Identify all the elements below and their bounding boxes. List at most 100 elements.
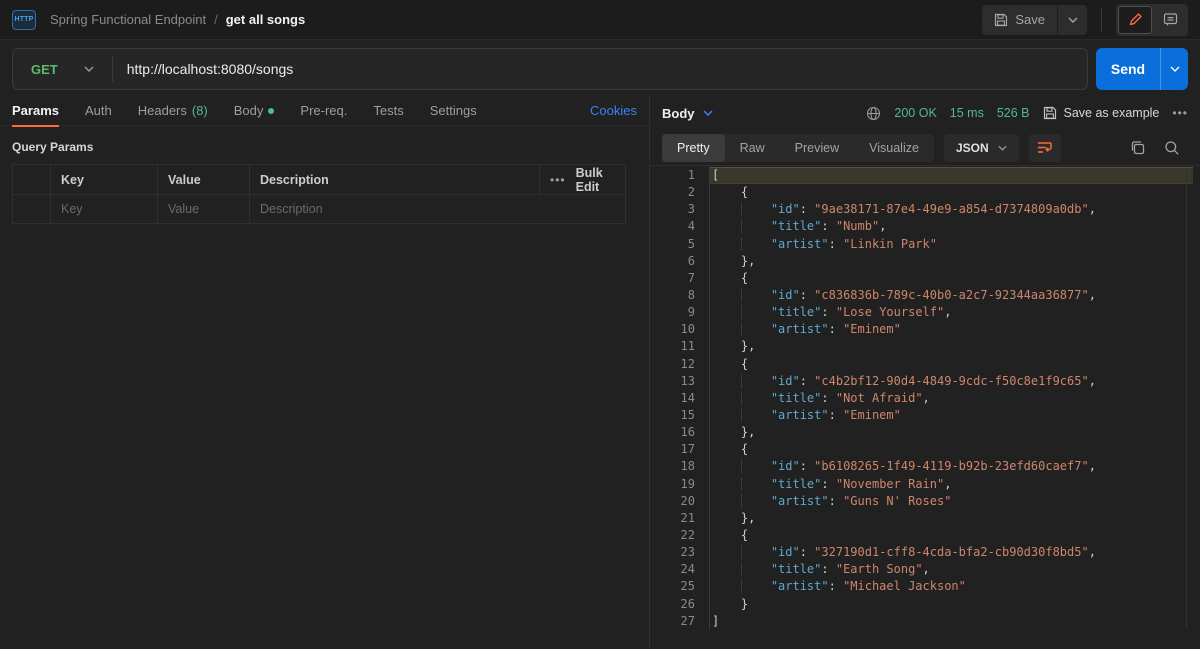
method-selector[interactable]: GET: [13, 62, 112, 77]
code-line[interactable]: 2 {: [650, 184, 1200, 201]
gutter: [695, 184, 710, 201]
http-request-icon: HTTP: [12, 10, 36, 30]
send-options-button[interactable]: [1160, 48, 1188, 90]
code-line[interactable]: 22 {: [650, 527, 1200, 544]
code-line[interactable]: 19 "title": "November Rain",: [650, 476, 1200, 493]
comments-button[interactable]: [1154, 6, 1186, 34]
gutter: [695, 253, 710, 270]
view-tab-pretty[interactable]: Pretty: [662, 134, 725, 162]
code-line[interactable]: 17 {: [650, 441, 1200, 458]
line-number: 5: [650, 236, 695, 253]
response-more-options-button[interactable]: •••: [1172, 106, 1188, 120]
breadcrumb-collection[interactable]: Spring Functional Endpoint: [50, 12, 206, 27]
tab-label: Headers: [138, 103, 187, 118]
save-as-example-button[interactable]: Save as example: [1043, 106, 1160, 120]
code-line[interactable]: 23 "id": "327190d1-cff8-4cda-bfa2-cb90d3…: [650, 544, 1200, 561]
code-line[interactable]: 14 "title": "Not Afraid",: [650, 390, 1200, 407]
response-time[interactable]: 15 ms: [950, 106, 984, 120]
scrollbar[interactable]: [1186, 168, 1187, 628]
code-line[interactable]: 21 },: [650, 510, 1200, 527]
response-meta-stats: 200 OK 15 ms 526 B Save as example •••: [866, 106, 1188, 121]
tab-label: Settings: [430, 103, 477, 118]
params-more-options-button[interactable]: •••: [550, 173, 566, 187]
top-bar-divider: [1101, 9, 1102, 31]
tab-auth[interactable]: Auth: [85, 96, 112, 126]
description-input[interactable]: Description: [250, 195, 625, 223]
tab-tests[interactable]: Tests: [373, 96, 403, 126]
response-size[interactable]: 526 B: [997, 106, 1030, 120]
language-label: JSON: [956, 141, 989, 155]
line-number: 6: [650, 253, 695, 270]
gutter: [695, 458, 710, 475]
view-tab-preview[interactable]: Preview: [780, 134, 854, 162]
tab-headers[interactable]: Headers(8): [138, 96, 208, 126]
row-select-header-cell: [13, 165, 51, 194]
code-line[interactable]: 9 "title": "Lose Yourself",: [650, 304, 1200, 321]
code-line[interactable]: 18 "id": "b6108265-1f49-4119-b92b-23efd6…: [650, 458, 1200, 475]
view-tab-visualize[interactable]: Visualize: [854, 134, 934, 162]
network-globe-icon[interactable]: [866, 106, 881, 121]
tab-modified-dot: [268, 108, 274, 114]
tab-body[interactable]: Body: [234, 96, 275, 126]
response-view-row: PrettyRawPreviewVisualize JSON: [650, 130, 1200, 166]
code-line[interactable]: 13 "id": "c4b2bf12-90d4-4849-9cdc-f50c8e…: [650, 373, 1200, 390]
code-text: {: [710, 356, 1200, 373]
code-line[interactable]: 8 "id": "c836836b-789c-40b0-a2c7-92344aa…: [650, 287, 1200, 304]
tab-params[interactable]: Params: [12, 96, 59, 126]
edit-documentation-button[interactable]: [1118, 6, 1152, 34]
line-number: 14: [650, 390, 695, 407]
code-text: "title": "Not Afraid",: [710, 390, 1200, 407]
breadcrumb-separator: /: [214, 12, 218, 27]
send-button[interactable]: Send: [1096, 48, 1160, 90]
code-line[interactable]: 4 "title": "Numb",: [650, 218, 1200, 235]
gutter: [695, 493, 710, 510]
code-line[interactable]: 7 {: [650, 270, 1200, 287]
code-line[interactable]: 1[: [650, 167, 1200, 184]
code-line[interactable]: 26 }: [650, 596, 1200, 613]
search-icon[interactable]: [1164, 140, 1180, 156]
line-number: 20: [650, 493, 695, 510]
code-text: "id": "c836836b-789c-40b0-a2c7-92344aa36…: [710, 287, 1200, 304]
code-line[interactable]: 27]: [650, 613, 1200, 630]
code-line[interactable]: 10 "artist": "Eminem": [650, 321, 1200, 338]
copy-icon[interactable]: [1130, 140, 1146, 156]
url-input[interactable]: http://localhost:8080/songs: [113, 61, 308, 77]
tab-prereq[interactable]: Pre-req.: [300, 96, 347, 126]
code-line[interactable]: 3 "id": "9ae38171-87e4-49e9-a854-d737480…: [650, 201, 1200, 218]
line-number: 11: [650, 338, 695, 355]
save-options-button[interactable]: [1057, 5, 1087, 35]
view-tab-raw[interactable]: Raw: [725, 134, 780, 162]
status-badge[interactable]: 200 OK: [894, 106, 936, 120]
code-line[interactable]: 24 "title": "Earth Song",: [650, 561, 1200, 578]
code-line[interactable]: 25 "artist": "Michael Jackson": [650, 578, 1200, 595]
line-number: 8: [650, 287, 695, 304]
gutter: [695, 373, 710, 390]
code-text: "title": "November Rain",: [710, 476, 1200, 493]
code-line[interactable]: 20 "artist": "Guns N' Roses": [650, 493, 1200, 510]
code-line[interactable]: 6 },: [650, 253, 1200, 270]
save-button[interactable]: Save: [982, 5, 1057, 35]
gutter: [695, 527, 710, 544]
code-line[interactable]: 16 },: [650, 424, 1200, 441]
gutter: [695, 236, 710, 253]
code-line[interactable]: 5 "artist": "Linkin Park": [650, 236, 1200, 253]
save-icon: [1043, 106, 1057, 120]
key-input[interactable]: Key: [51, 195, 158, 223]
code-line[interactable]: 11 },: [650, 338, 1200, 355]
value-input[interactable]: Value: [158, 195, 250, 223]
code-text: "artist": "Eminem": [710, 407, 1200, 424]
tab-settings[interactable]: Settings: [430, 96, 477, 126]
response-body-viewer[interactable]: 1[2 {3 "id": "9ae38171-87e4-49e9-a854-d7…: [650, 166, 1200, 648]
gutter: [695, 441, 710, 458]
code-line[interactable]: 15 "artist": "Eminem": [650, 407, 1200, 424]
response-body-dropdown[interactable]: Body: [662, 106, 713, 121]
bulk-edit-button[interactable]: Bulk Edit: [576, 166, 613, 194]
wrap-text-button[interactable]: [1029, 134, 1061, 162]
line-number: 21: [650, 510, 695, 527]
cookies-link[interactable]: Cookies: [590, 103, 637, 118]
gutter: [695, 270, 710, 287]
code-line[interactable]: 12 {: [650, 356, 1200, 373]
breadcrumb-request-name[interactable]: get all songs: [226, 12, 305, 27]
language-dropdown[interactable]: JSON: [944, 134, 1019, 162]
code-text: {: [710, 270, 1200, 287]
